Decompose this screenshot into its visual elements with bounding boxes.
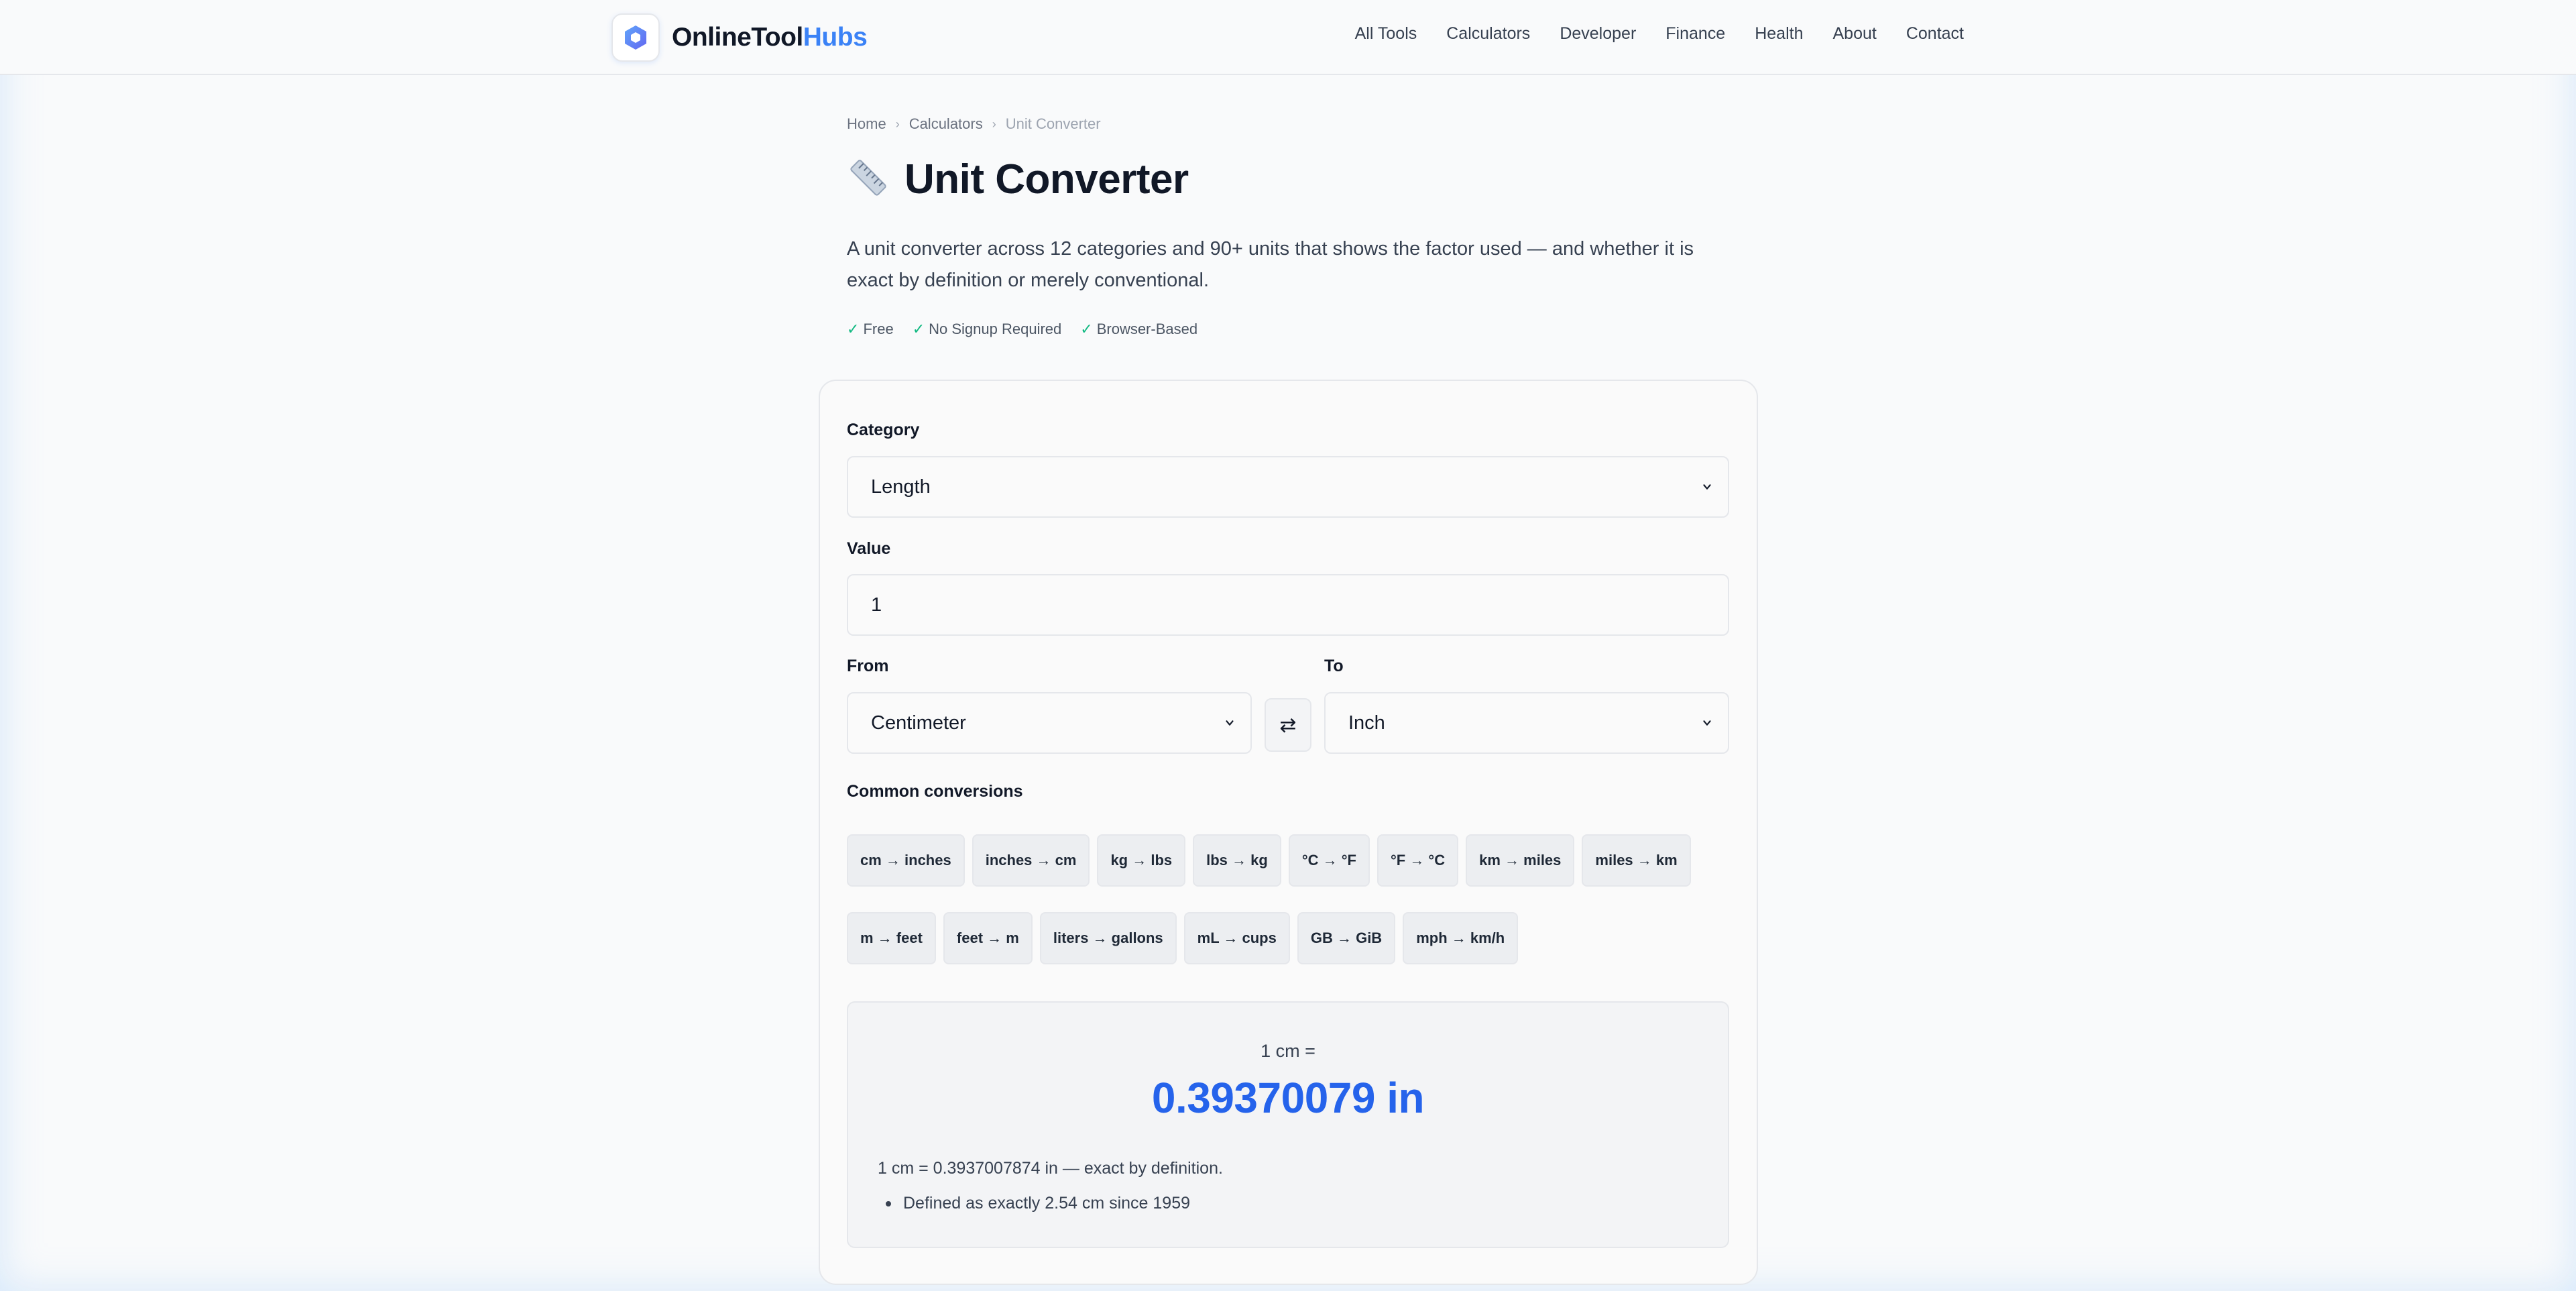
check-icon: ✓ <box>847 321 860 337</box>
common-conversions-label: Common conversions <box>847 782 1023 801</box>
preset-lbs-kg[interactable]: lbs → kg <box>1193 834 1281 887</box>
value-input[interactable]: 1 <box>847 574 1729 636</box>
value-label: Value <box>847 539 891 558</box>
nav-about[interactable]: About <box>1832 24 1876 44</box>
result-input-echo: 1 cm = <box>1261 1041 1315 1061</box>
category-label: Category <box>847 420 920 439</box>
to-label: To <box>1324 657 1344 675</box>
badge-label: Free <box>863 321 894 337</box>
chevron-down-icon <box>1226 720 1234 726</box>
brand-name-accent: Hubs <box>803 23 868 52</box>
preset-liters-gallons[interactable]: liters → gallons <box>1039 912 1177 964</box>
category-select[interactable]: Length <box>847 456 1729 518</box>
preset-inches-cm[interactable]: inches → cm <box>972 834 1090 887</box>
ruler-icon <box>847 156 890 203</box>
from-unit-select[interactable]: Centimeter <box>847 692 1252 754</box>
value-input-text: 1 <box>871 594 882 616</box>
check-icon: ✓ <box>912 321 925 337</box>
preset-m-feet[interactable]: m → feet <box>847 912 936 964</box>
common-conversions-row-2: m → feet feet → m liters → gallons mL → … <box>847 912 1519 964</box>
site-header: OnlineToolHubs All Tools Calculators Dev… <box>0 0 2576 75</box>
result-detail-item: Defined as exactly 2.54 cm since 1959 <box>878 1194 1190 1213</box>
nav-health[interactable]: Health <box>1755 24 1803 44</box>
to-unit-value: Inch <box>1348 712 1385 734</box>
brand-name-primary: OnlineTool <box>672 23 803 52</box>
breadcrumb-separator-icon: › <box>992 117 996 131</box>
bullet-icon <box>886 1200 891 1206</box>
page-description: A unit converter across 12 categories an… <box>847 238 1694 291</box>
preset-km-miles[interactable]: km → miles <box>1466 834 1575 887</box>
badge-browser-based: ✓ Browser-Based <box>1080 321 1197 338</box>
category-value: Length <box>871 475 931 498</box>
page-title: Unit Converter <box>904 156 1189 203</box>
from-unit-value: Centimeter <box>871 712 966 734</box>
breadcrumb-calculators[interactable]: Calculators <box>909 115 983 133</box>
result-detail-text: Defined as exactly 2.54 cm since 1959 <box>903 1194 1191 1213</box>
badge-free: ✓ Free <box>847 321 894 338</box>
to-unit-select[interactable]: Inch <box>1324 692 1729 754</box>
hexagon-logo-icon <box>611 13 660 62</box>
badge-no-signup: ✓ No Signup Required <box>913 321 1062 338</box>
preset-miles-km[interactable]: miles → km <box>1582 834 1691 887</box>
breadcrumb-separator-icon: › <box>895 117 900 131</box>
breadcrumb-home[interactable]: Home <box>847 115 886 133</box>
nav-contact[interactable]: Contact <box>1906 24 1964 44</box>
brand-logo[interactable]: OnlineToolHubs <box>611 13 868 62</box>
swap-arrows-icon: ⇄ <box>1279 714 1297 736</box>
chevron-down-icon <box>1703 720 1711 726</box>
brand-name: OnlineToolHubs <box>672 23 868 52</box>
badge-label: No Signup Required <box>929 321 1062 337</box>
from-label: From <box>847 657 889 675</box>
nav-finance[interactable]: Finance <box>1665 24 1725 44</box>
breadcrumb-current: Unit Converter <box>1005 115 1101 132</box>
swap-units-button[interactable]: ⇄ <box>1265 698 1311 752</box>
preset-feet-m[interactable]: feet → m <box>943 912 1033 964</box>
result-panel: 1 cm = 0.39370079 in 1 cm = 0.3937007874… <box>847 1001 1729 1248</box>
preset-gb-gib[interactable]: GB → GiB <box>1297 912 1396 964</box>
nav-developer[interactable]: Developer <box>1560 24 1636 44</box>
feature-badges: ✓ Free ✓ No Signup Required ✓ Browser-Based <box>847 321 1197 338</box>
common-conversions-row-1: cm → inches inches → cm kg → lbs lbs → k… <box>847 834 1691 887</box>
check-icon: ✓ <box>1080 321 1093 337</box>
chevron-down-icon <box>1703 484 1711 490</box>
preset-c-f[interactable]: °C → °F <box>1288 834 1370 887</box>
page-title-row: Unit Converter <box>847 156 1189 203</box>
badge-label: Browser-Based <box>1096 321 1198 337</box>
result-value: 0.39370079 in <box>1151 1074 1425 1122</box>
preset-f-c[interactable]: °F → °C <box>1377 834 1459 887</box>
preset-ml-cups[interactable]: mL → cups <box>1183 912 1290 964</box>
nav-calculators[interactable]: Calculators <box>1446 24 1530 44</box>
preset-cm-inches[interactable]: cm → inches <box>847 834 965 887</box>
result-factor-note: 1 cm = 0.3937007874 in — exact by defini… <box>878 1159 1223 1178</box>
preset-mph-kmh[interactable]: mph → km/h <box>1403 912 1519 964</box>
breadcrumb: Home › Calculators › Unit Converter <box>847 115 1101 133</box>
nav-all-tools[interactable]: All Tools <box>1355 24 1417 44</box>
preset-kg-lbs[interactable]: kg → lbs <box>1097 834 1186 887</box>
main-nav: All Tools Calculators Developer Finance … <box>1355 24 1964 44</box>
